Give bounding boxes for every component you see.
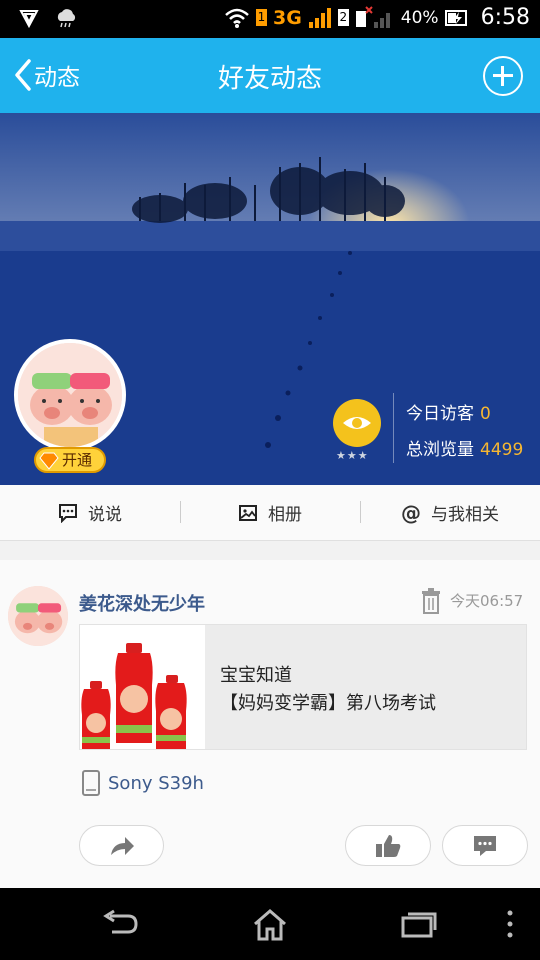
comment-button[interactable] (442, 825, 528, 866)
phone-device-icon (82, 770, 100, 796)
system-nav-bar (0, 888, 540, 960)
vip-open-badge[interactable]: 开通 (34, 447, 106, 473)
add-post-button[interactable] (483, 56, 523, 96)
wifi-icon (225, 8, 249, 28)
shield-notification-icon (19, 10, 39, 29)
network-type: 3G (272, 6, 302, 29)
feed-post-card: 姜花深处无少年 今天06:57 宝宝知道 【妈妈变学霸】第八场考试 Sony S… (0, 560, 540, 888)
total-views-label: 总浏览量 (406, 440, 474, 460)
like-button[interactable] (345, 825, 431, 866)
total-views-count: 4499 (480, 440, 524, 460)
shared-link-description: 【妈妈变学霸】第八场考试 (220, 693, 436, 714)
diamond-icon (39, 452, 59, 470)
vip-label: 开通 (62, 451, 93, 469)
share-icon (110, 836, 134, 855)
like-icon (376, 834, 401, 857)
clock: 6:58 (480, 5, 530, 30)
eye-icon (343, 417, 371, 429)
shared-link-card[interactable]: 宝宝知道 【妈妈变学霸】第八场考试 (79, 624, 527, 750)
visitor-eye-button[interactable] (333, 399, 381, 447)
tab-related-to-me[interactable]: @ 与我相关 (360, 485, 540, 540)
post-device: Sony S39h (82, 770, 204, 796)
recent-apps-icon[interactable] (400, 908, 438, 940)
post-author-avatar[interactable] (8, 586, 68, 646)
at-icon: @ (401, 500, 421, 525)
comment-icon (474, 835, 496, 856)
device-name: Sony S39h (108, 772, 204, 794)
signal-strength-icon (308, 7, 331, 28)
menu-icon[interactable] (505, 908, 515, 940)
battery-charging-icon (444, 9, 467, 26)
battery-percent: 40% (400, 7, 439, 28)
title-bar: 动态 好友动态 (0, 38, 540, 113)
home-icon[interactable] (252, 908, 288, 942)
detergent-bottles-image (80, 625, 205, 749)
share-button[interactable] (79, 825, 164, 866)
sim2-badge: 2 (337, 9, 349, 26)
status-bar: 1 3G 2 40% 6:58 (0, 0, 540, 38)
tab-shuoshuo-label: 说说 (88, 505, 122, 525)
sim1-badge: 1 (255, 9, 267, 26)
profile-tabs: 说说 相册 @ 与我相关 (0, 485, 540, 541)
sim-missing-icon (355, 5, 390, 28)
profile-avatar[interactable] (14, 339, 126, 451)
tab-album[interactable]: 相册 (180, 485, 360, 540)
pig-avatar-small-image (8, 586, 68, 646)
page-title: 好友动态 (217, 64, 322, 94)
back-icon[interactable] (100, 908, 140, 940)
post-author-name[interactable]: 姜花深处无少年 (79, 590, 205, 616)
weather-cloud-icon (57, 9, 76, 28)
pig-avatar-image (18, 343, 122, 447)
shared-link-title: 宝宝知道 (220, 665, 292, 686)
tab-album-label: 相册 (268, 505, 302, 525)
visitors-today-stat[interactable]: 今日访客 0 (406, 399, 491, 424)
shared-link-thumbnail (80, 625, 205, 749)
cover-photo[interactable]: 开通 ★★★ 今日访客 0 总浏览量 4499 (0, 113, 540, 485)
level-stars: ★★★ (336, 449, 369, 462)
tab-related-label: 与我相关 (431, 505, 499, 525)
post-time: 今天06:57 (450, 592, 524, 610)
photo-icon (239, 504, 257, 521)
total-views-stat[interactable]: 总浏览量 4499 (406, 435, 523, 460)
stats-divider (393, 393, 394, 463)
visitors-today-label: 今日访客 (406, 404, 474, 424)
tab-shuoshuo[interactable]: 说说 (0, 485, 180, 540)
chat-bubble-icon (59, 503, 77, 523)
trash-icon[interactable] (420, 587, 442, 615)
visitors-today-count: 0 (480, 404, 491, 424)
